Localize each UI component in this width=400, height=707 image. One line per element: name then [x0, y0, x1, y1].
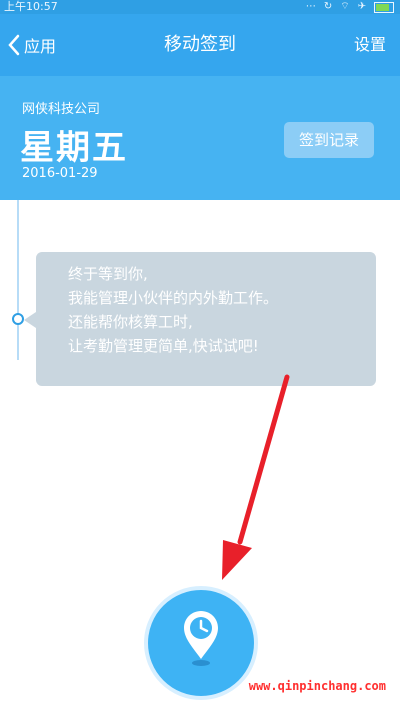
intro-line: 我能管理小伙伴的内外勤工作。: [68, 289, 279, 307]
date-header: 网侠科技公司 星期五 2016-01-29 签到记录: [0, 76, 400, 200]
airplane-icon: ✈: [357, 1, 366, 12]
status-time: 上午10:57: [4, 0, 58, 13]
timeline-dot: [12, 313, 24, 325]
status-icons: ⋯ ↻ ⌔ ✈: [306, 1, 394, 13]
company-name: 网侠科技公司: [22, 102, 101, 117]
page-title: 移动签到: [164, 34, 236, 55]
location-clock-icon: [184, 611, 218, 666]
weekday-label: 星期五: [20, 128, 128, 168]
intro-text: 终于等到你, 我能管理小伙伴的内外勤工作。 还能帮你核算工时, 让考勤管理更简单…: [68, 262, 278, 358]
checkin-button[interactable]: [144, 586, 258, 700]
status-bar: 上午10:57 ⋯ ↻ ⌔ ✈: [0, 0, 400, 14]
checkin-record-button[interactable]: 签到记录: [284, 122, 374, 158]
intro-line: 还能帮你核算工时,: [68, 313, 193, 331]
menu-dots-icon: ⋯: [305, 1, 316, 12]
date-label: 2016-01-29: [22, 166, 98, 181]
sync-icon: ↻: [323, 1, 333, 12]
timeline-line: [17, 200, 19, 360]
intro-line: 让考勤管理更简单,快试试吧!: [68, 337, 259, 355]
settings-button[interactable]: 设置: [354, 30, 386, 60]
intro-line: 终于等到你,: [68, 265, 148, 283]
wifi-icon: ⌔: [340, 1, 350, 12]
watermark-text: www.qinpinchang.com: [248, 679, 386, 693]
battery-icon: [374, 1, 394, 13]
nav-bar: 应用 移动签到 设置: [0, 14, 400, 76]
intro-bubble: 终于等到你, 我能管理小伙伴的内外勤工作。 还能帮你核算工时, 让考勤管理更简单…: [24, 252, 376, 386]
